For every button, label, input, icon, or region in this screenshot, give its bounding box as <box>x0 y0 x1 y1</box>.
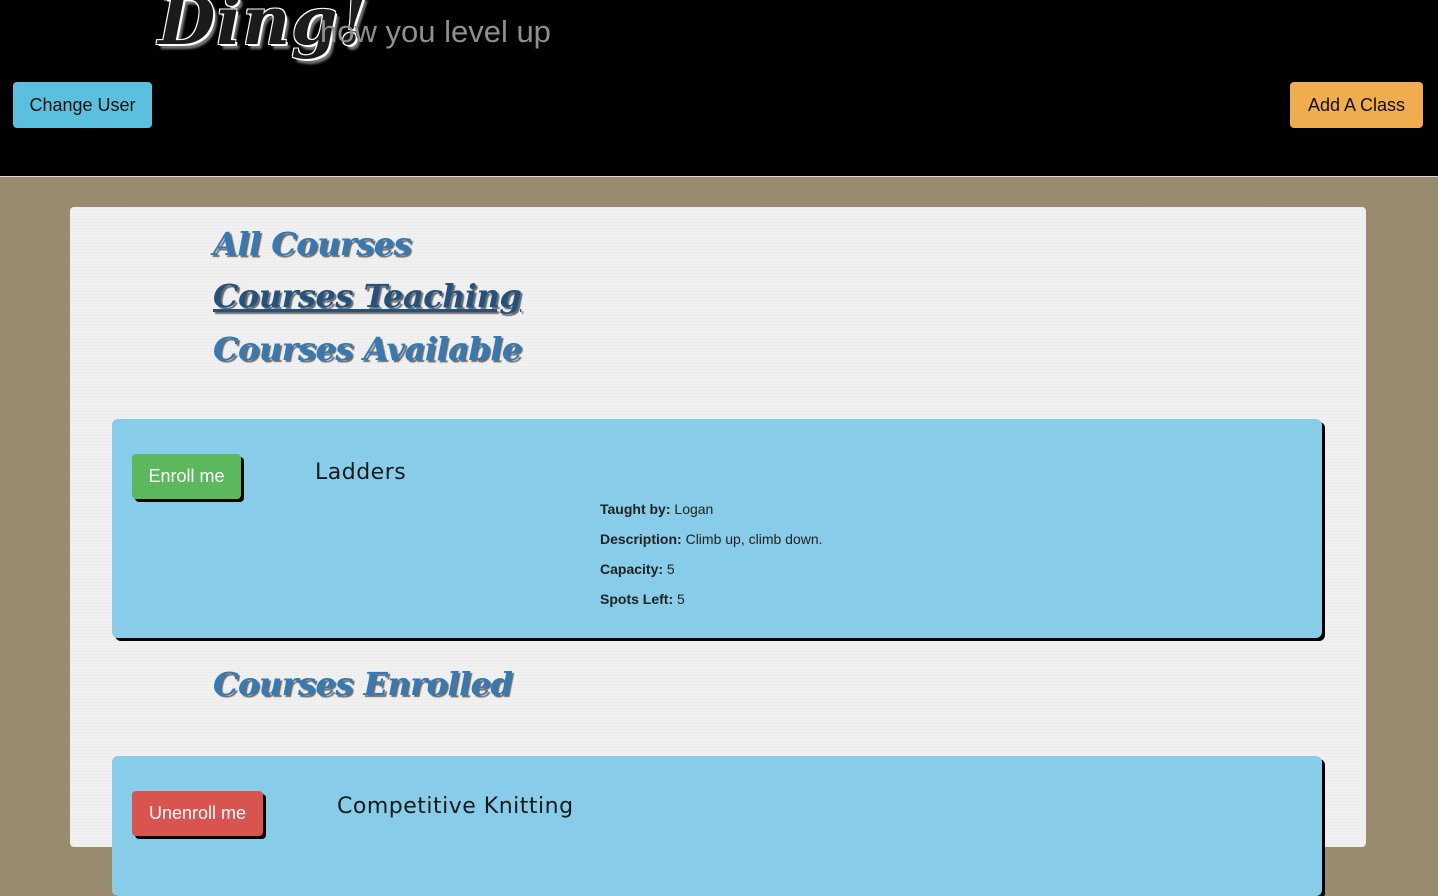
course-details: Taught by: Logan Description: Climb up, … <box>600 501 823 621</box>
capacity-value: 5 <box>666 561 675 577</box>
nav-courses-available[interactable]: Courses Available <box>213 330 522 368</box>
description-label: Description: <box>600 531 682 547</box>
enrolled-course-card: Unenroll me Competitive Knitting <box>112 756 1322 896</box>
nav-courses-teaching[interactable]: Courses Teaching <box>213 277 522 315</box>
courses-enrolled-heading: Courses Enrolled <box>213 665 513 703</box>
course-name: Competitive Knitting <box>337 794 574 819</box>
capacity-label: Capacity: <box>600 561 664 577</box>
taught-by-row: Taught by: Logan <box>600 501 823 531</box>
main-panel: All Courses Courses Teaching Courses Ava… <box>70 207 1366 896</box>
header-bar: Ding! how you level up Change User Add A… <box>0 0 1438 177</box>
spots-left-label: Spots Left: <box>600 591 674 607</box>
add-class-button[interactable]: Add A Class <box>1290 82 1423 128</box>
enroll-button[interactable]: Enroll me <box>132 454 241 499</box>
course-name: Ladders <box>315 460 407 485</box>
change-user-button[interactable]: Change User <box>13 82 152 128</box>
capacity-row: Capacity: 5 <box>600 561 823 591</box>
taught-by-label: Taught by: <box>600 501 671 517</box>
nav-all-courses[interactable]: All Courses <box>213 225 412 263</box>
description-row: Description: Climb up, climb down. <box>600 531 823 561</box>
unenroll-button[interactable]: Unenroll me <box>132 791 263 836</box>
spots-left-value: 5 <box>677 591 685 607</box>
course-card: Enroll me Ladders Taught by: Logan Descr… <box>112 419 1322 638</box>
spots-left-row: Spots Left: 5 <box>600 591 823 621</box>
taught-by-value: Logan <box>674 501 714 517</box>
description-value: Climb up, climb down. <box>685 531 823 547</box>
app-tagline: how you level up <box>320 14 551 49</box>
